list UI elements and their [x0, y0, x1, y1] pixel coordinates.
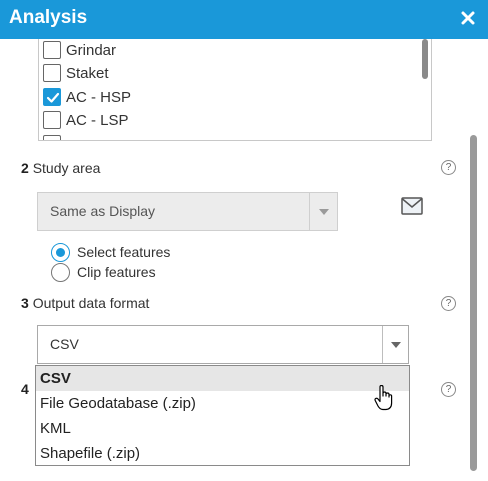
- layer-item-ac-hsp[interactable]: AC - HSP: [43, 86, 131, 108]
- radio-clip-features[interactable]: Clip features: [51, 262, 156, 282]
- chevron-down-icon: [391, 342, 401, 348]
- checkbox-checked[interactable]: [43, 88, 61, 106]
- help-icon[interactable]: ?: [441, 296, 456, 311]
- radio-select-features[interactable]: Select features: [51, 242, 170, 262]
- layer-item-partial[interactable]: [43, 133, 66, 140]
- radio-label: Select features: [77, 244, 171, 260]
- layer-list-scrollbar[interactable]: [422, 39, 428, 79]
- panel-scrollbar[interactable]: [470, 135, 477, 471]
- section-4-number: 4: [21, 381, 29, 397]
- radio-button-selected[interactable]: [51, 242, 70, 262]
- section-number: 2: [21, 160, 29, 176]
- checkbox[interactable]: [43, 135, 61, 140]
- checkbox[interactable]: [43, 41, 61, 59]
- layer-item-ac-lsp[interactable]: AC - LSP: [43, 109, 129, 131]
- layer-label: Staket: [66, 64, 109, 82]
- hand-cursor-icon: [374, 384, 394, 411]
- layer-label: Grindar: [66, 41, 117, 59]
- layer-label: AC - LSP: [66, 111, 129, 129]
- section-number: 3: [21, 295, 29, 311]
- output-format-select[interactable]: CSV: [37, 325, 409, 364]
- layer-list[interactable]: Grindar Staket AC - HSP AC - LSP: [38, 39, 432, 141]
- checkbox[interactable]: [43, 64, 61, 82]
- dropdown-button[interactable]: [382, 326, 408, 363]
- chevron-down-icon: [319, 209, 329, 215]
- layer-label: AC - HSP: [66, 88, 132, 106]
- window-title: Analysis: [9, 7, 88, 28]
- dropdown-option-shapefile[interactable]: Shapefile (.zip): [36, 441, 409, 466]
- checkbox[interactable]: [43, 111, 61, 129]
- radio-label: Clip features: [77, 264, 156, 280]
- output-format-dropdown[interactable]: CSV File Geodatabase (.zip) KML Shapefil…: [35, 365, 410, 466]
- dropdown-option-kml[interactable]: KML: [36, 416, 409, 441]
- layer-item-grindar[interactable]: Grindar: [43, 39, 116, 61]
- checkmark-icon: [46, 92, 60, 103]
- dropdown-button: [309, 193, 337, 230]
- section-title: Output data format: [32, 295, 150, 311]
- layer-item-staket[interactable]: Staket: [43, 62, 109, 84]
- radio-button[interactable]: [51, 262, 70, 282]
- section-title: Study area: [32, 160, 101, 176]
- envelope-icon[interactable]: [401, 197, 423, 215]
- select-value: Same as Display: [50, 203, 156, 219]
- select-value: CSV: [50, 336, 79, 352]
- dropdown-option-file-geodatabase[interactable]: File Geodatabase (.zip): [36, 391, 409, 416]
- output-format-label: 3 Output data format: [21, 295, 149, 311]
- close-icon[interactable]: [458, 8, 478, 28]
- help-icon[interactable]: ?: [441, 160, 456, 175]
- study-area-label: 2 Study area: [21, 160, 100, 176]
- study-area-select: Same as Display: [37, 192, 338, 231]
- dropdown-option-csv[interactable]: CSV: [36, 366, 409, 391]
- title-bar: Analysis: [0, 0, 488, 39]
- help-icon[interactable]: ?: [441, 382, 456, 397]
